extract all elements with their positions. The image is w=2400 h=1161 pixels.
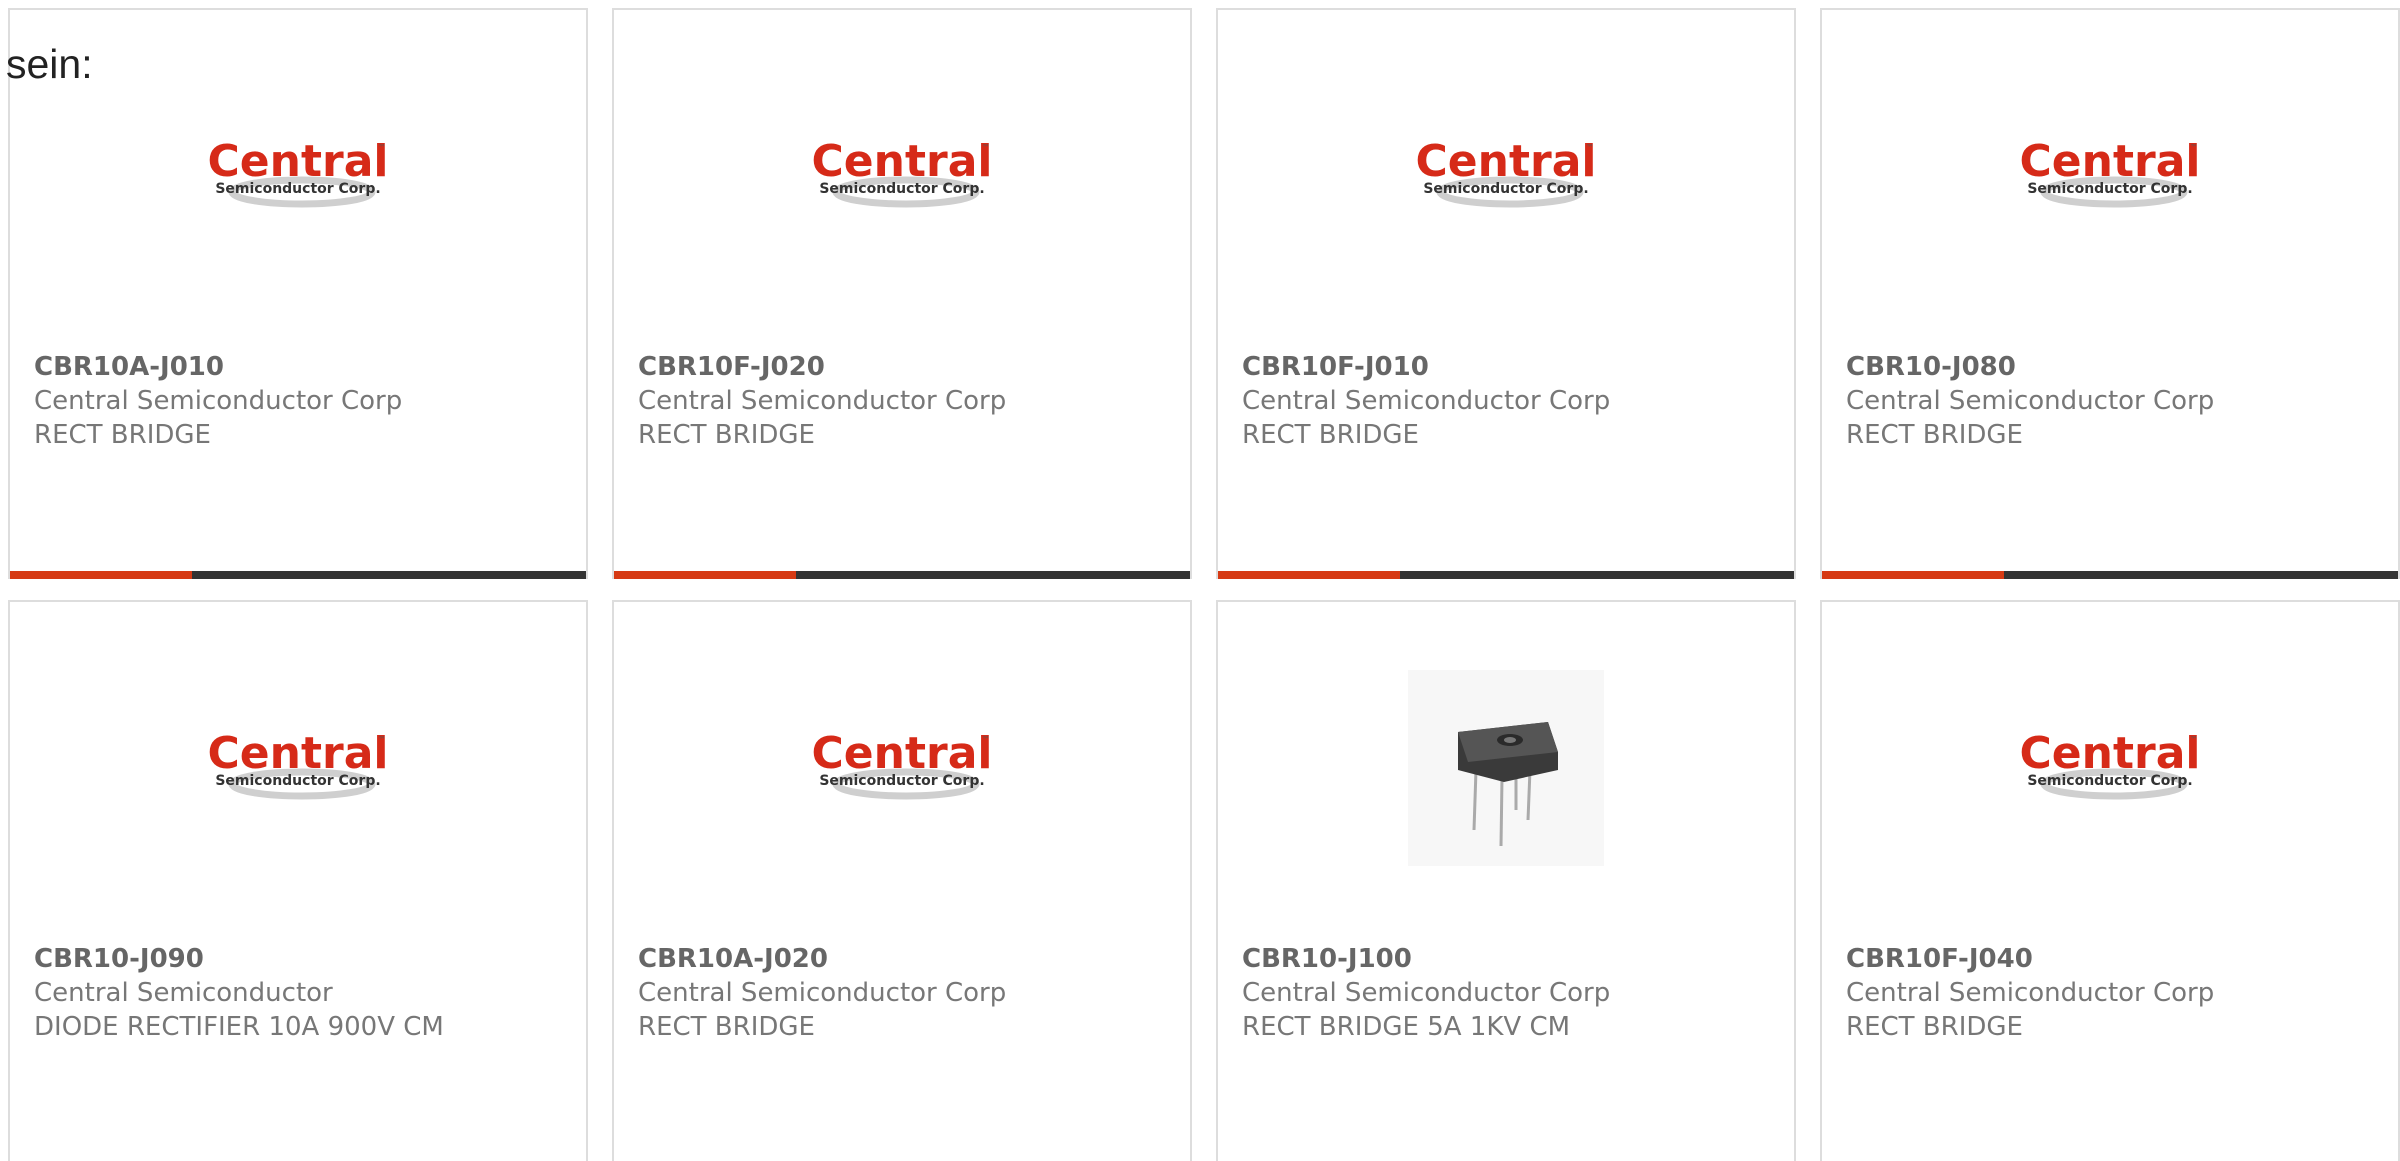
card-accent-bar xyxy=(1822,571,2004,579)
central-semiconductor-logo: Central ™ Semiconductor Corp. xyxy=(2020,728,2201,800)
product-card[interactable]: Central ™ Semiconductor Corp. CBR10-J080… xyxy=(1820,8,2400,579)
product-info: CBR10F-J010 Central Semiconductor Corp REC… xyxy=(1242,350,1784,452)
svg-text:™: ™ xyxy=(378,143,386,152)
central-semiconductor-logo: Central ™ Semiconductor Corp. xyxy=(208,136,389,208)
intro-text: sein: xyxy=(6,41,93,87)
central-semiconductor-logo: Central ™ Semiconductor Corp. xyxy=(208,728,389,800)
product-card[interactable]: Central ™ Semiconductor Corp. CBR10-J090… xyxy=(8,600,588,1161)
svg-text:Semiconductor Corp.: Semiconductor Corp. xyxy=(819,181,984,197)
product-info: CBR10F-J020 Central Semiconductor Corp REC… xyxy=(638,350,1180,452)
svg-text:Central: Central xyxy=(208,728,389,779)
card-accent-bar xyxy=(1218,571,1400,579)
product-info: CBR10F-J040 Central Semiconductor Corp REC… xyxy=(1846,942,2388,1044)
part-number-link[interactable]: CBR10-J080 xyxy=(1846,350,2388,384)
central-semiconductor-logo: Central ™ Semiconductor Corp. xyxy=(2020,136,2201,208)
product-card[interactable]: Central ™ Semiconductor Corp. CBR10A-J02… xyxy=(612,600,1192,1161)
product-description: RECT BRIDGE xyxy=(1846,1012,2023,1042)
product-card[interactable]: CBR10-J100 Central Semiconductor Corp RECT… xyxy=(1216,600,1796,1161)
svg-text:™: ™ xyxy=(2190,735,2198,744)
product-info: CBR10-J080 Central Semiconductor Corp RECT… xyxy=(1846,350,2388,452)
part-number-link[interactable]: CBR10A-J010 xyxy=(34,350,576,384)
central-semiconductor-logo: Central ™ Semiconductor Corp. xyxy=(812,728,993,800)
product-description: RECT BRIDGE xyxy=(1242,420,1419,450)
card-bottom-bar xyxy=(1218,571,1794,579)
svg-text:™: ™ xyxy=(1586,143,1594,152)
product-grid: Central ™ Semiconductor Corp. CBR10A-J01… xyxy=(8,8,2400,1161)
part-number-link[interactable]: CBR10F-J010 xyxy=(1242,350,1784,384)
svg-text:™: ™ xyxy=(2190,143,2198,152)
product-image[interactable]: Central ™ Semiconductor Corp. xyxy=(614,76,1190,276)
svg-text:Central: Central xyxy=(1416,136,1597,187)
product-description: DIODE RECTIFIER 10A 900V CM xyxy=(34,1012,444,1042)
svg-text:™: ™ xyxy=(378,735,386,744)
svg-text:Semiconductor Corp.: Semiconductor Corp. xyxy=(819,773,984,789)
card-accent-bar xyxy=(614,571,796,579)
svg-text:Semiconductor Corp.: Semiconductor Corp. xyxy=(2027,181,2192,197)
svg-text:™: ™ xyxy=(982,735,990,744)
manufacturer-name: Central Semiconductor Corp xyxy=(638,978,1007,1008)
product-image[interactable]: Central ™ Semiconductor Corp. xyxy=(614,668,1190,868)
product-image[interactable]: Central ™ Semiconductor Corp. xyxy=(1218,76,1794,276)
part-number-link[interactable]: CBR10F-J040 xyxy=(1846,942,2388,976)
manufacturer-name: Central Semiconductor Corp xyxy=(1242,978,1611,1008)
product-info: CBR10A-J020 Central Semiconductor Corp REC… xyxy=(638,942,1180,1044)
product-card[interactable]: Central ™ Semiconductor Corp. CBR10F-J01… xyxy=(1216,8,1796,579)
product-info: CBR10A-J010 Central Semiconductor Corp REC… xyxy=(34,350,576,452)
product-card[interactable]: Central ™ Semiconductor Corp. CBR10F-J02… xyxy=(612,8,1192,579)
manufacturer-name: Central Semiconductor Corp xyxy=(638,386,1007,416)
product-description: RECT BRIDGE xyxy=(638,1012,815,1042)
svg-text:Semiconductor Corp.: Semiconductor Corp. xyxy=(215,773,380,789)
svg-text:Central: Central xyxy=(2020,136,2201,187)
product-image[interactable] xyxy=(1218,668,1794,868)
part-number-link[interactable]: CBR10-J100 xyxy=(1242,942,1784,976)
svg-text:Central: Central xyxy=(208,136,389,187)
manufacturer-name: Central Semiconductor Corp xyxy=(34,386,403,416)
product-description: RECT BRIDGE xyxy=(638,420,815,450)
part-number-link[interactable]: CBR10-J090 xyxy=(34,942,576,976)
card-bottom-bar xyxy=(614,571,1190,579)
manufacturer-name: Central Semiconductor Corp xyxy=(1242,386,1611,416)
manufacturer-name: Central Semiconductor Corp xyxy=(1846,386,2215,416)
product-image[interactable]: Central ™ Semiconductor Corp. xyxy=(10,668,586,868)
central-semiconductor-logo: Central ™ Semiconductor Corp. xyxy=(812,136,993,208)
svg-text:Semiconductor Corp.: Semiconductor Corp. xyxy=(215,181,380,197)
manufacturer-name: Central Semiconductor xyxy=(34,978,333,1008)
product-image[interactable]: Central ™ Semiconductor Corp. xyxy=(1822,668,2398,868)
svg-text:Central: Central xyxy=(812,728,993,779)
svg-text:Central: Central xyxy=(2020,728,2201,779)
product-info: CBR10-J100 Central Semiconductor Corp RECT… xyxy=(1242,942,1784,1044)
svg-text:™: ™ xyxy=(982,143,990,152)
manufacturer-name: Central Semiconductor Corp xyxy=(1846,978,2215,1008)
part-number-link[interactable]: CBR10A-J020 xyxy=(638,942,1180,976)
product-card[interactable]: Central ™ Semiconductor Corp. CBR10A-J01… xyxy=(8,8,588,579)
card-accent-bar xyxy=(10,571,192,579)
product-info: CBR10-J090 Central Semiconductor DIODE REC… xyxy=(34,942,576,1044)
svg-text:Central: Central xyxy=(812,136,993,187)
card-bottom-bar xyxy=(10,571,586,579)
central-semiconductor-logo: Central ™ Semiconductor Corp. xyxy=(1416,136,1597,208)
part-number-link[interactable]: CBR10F-J020 xyxy=(638,350,1180,384)
svg-text:Semiconductor Corp.: Semiconductor Corp. xyxy=(1423,181,1588,197)
card-bottom-bar xyxy=(1822,571,2398,579)
product-description: RECT BRIDGE xyxy=(34,420,211,450)
bridge-rectifier-photo xyxy=(1408,670,1604,866)
product-description: RECT BRIDGE 5A 1KV CM xyxy=(1242,1012,1571,1042)
product-image[interactable]: Central ™ Semiconductor Corp. xyxy=(1822,76,2398,276)
product-description: RECT BRIDGE xyxy=(1846,420,2023,450)
product-card[interactable]: Central ™ Semiconductor Corp. CBR10F-J04… xyxy=(1820,600,2400,1161)
product-image[interactable]: Central ™ Semiconductor Corp. xyxy=(10,76,586,276)
svg-text:Semiconductor Corp.: Semiconductor Corp. xyxy=(2027,773,2192,789)
page: sein: Central ™ Semiconductor Corp. CBR1… xyxy=(0,0,2400,1161)
